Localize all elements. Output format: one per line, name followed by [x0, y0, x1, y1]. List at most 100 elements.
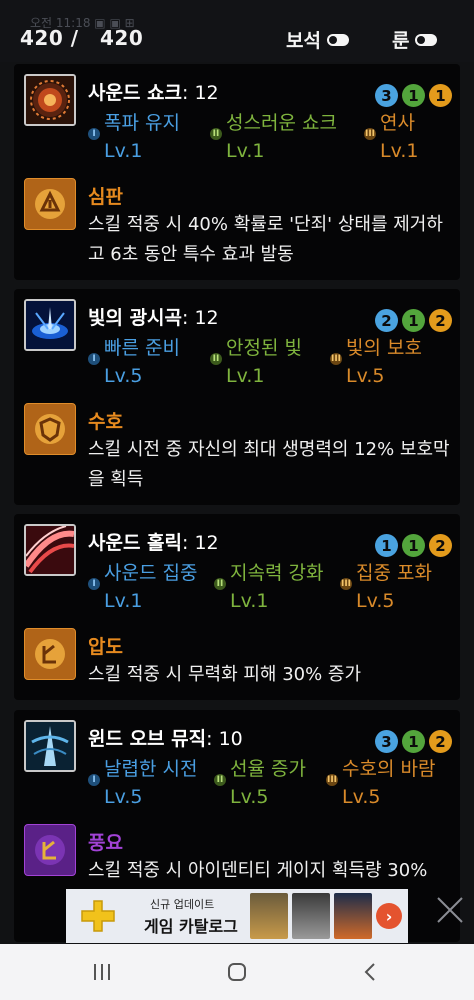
back-icon[interactable]: [350, 956, 390, 988]
sound-holic-icon: [24, 524, 76, 576]
skill-name: 윈드 오브 뮤직: 10: [88, 724, 243, 751]
tripod-level: Lv.5: [346, 365, 385, 387]
tripod-tier-icon: I: [88, 774, 100, 786]
tripod-level: Lv.5: [104, 786, 143, 808]
light-rhapsody-icon: [24, 299, 76, 351]
home-icon[interactable]: [217, 956, 257, 988]
tripod-tier-icon: I: [88, 578, 100, 590]
tripod-level: Lv.5: [342, 786, 381, 808]
tripod-level: Lv.1: [380, 140, 419, 162]
gem-badge: 1: [402, 84, 425, 107]
wind-of-music-icon: [24, 720, 76, 772]
counter-current: 420 /: [20, 26, 79, 50]
gem-badge: 1: [402, 730, 425, 753]
judgment-rune-icon: [24, 178, 76, 230]
sound-shock-icon: [24, 74, 76, 126]
gem-badge: 2: [429, 309, 452, 332]
game-cover-image: [334, 893, 372, 939]
tripod-level: Lv.5: [230, 786, 269, 808]
tripod-tier-icon: III: [340, 578, 352, 590]
skill-level: : 12: [182, 82, 219, 104]
tripod-tier-icon: I: [88, 128, 100, 140]
ad-banner[interactable]: 신규 업데이트 게임 카탈로그 ›: [66, 889, 408, 943]
game-cover-image: [292, 893, 330, 939]
gem-badge: 2: [429, 730, 452, 753]
tripod-level: Lv.1: [104, 590, 143, 612]
tripod-name: 폭파 유지: [104, 112, 180, 134]
overwhelm-rune-icon: [24, 628, 76, 680]
tripod-name: 수호의 바람: [342, 758, 436, 780]
rune-description: 스킬 시전 중 자신의 최대 생명력의 12% 보호막을 획득: [88, 439, 450, 490]
tripod-name: 빛의 보호: [346, 337, 422, 359]
recents-icon[interactable]: [82, 956, 122, 988]
rune-description: 스킬 적중 시 40% 확률로 '단죄' 상태를 제거하고 6초 동안 특수 효…: [88, 214, 443, 265]
tripod-level: Lv.5: [356, 590, 395, 612]
guardian-rune-icon: [24, 403, 76, 455]
tripod-name: 성스러운 쇼크: [226, 112, 337, 134]
gem-badge: 1: [402, 309, 425, 332]
tripod-name: 연사: [380, 112, 415, 134]
skill-card[interactable]: 사운드 쇼크: 12 3 1 1 I 폭파 유지 Lv.1 II 성스러운 쇼크…: [14, 64, 460, 280]
tripod-tier-icon: I: [88, 353, 100, 365]
tripod-name: 날렵한 시전: [104, 758, 198, 780]
skill-level: : 12: [182, 532, 219, 554]
tripod-name: 선율 증가: [230, 758, 306, 780]
tripod-tier-icon: II: [210, 128, 222, 140]
tripod-level: Lv.1: [226, 140, 265, 162]
counter: 420 / 420: [20, 26, 143, 50]
rune-toggle-label: 룬: [392, 30, 410, 52]
tripod-tier-icon: III: [330, 353, 342, 365]
gem-badge: 2: [429, 534, 452, 557]
skill-name: 사운드 쇼크: 12: [88, 78, 219, 105]
skill-level: : 10: [206, 728, 243, 750]
skill-name: 사운드 홀릭: 12: [88, 528, 219, 555]
gem-badge: 2: [375, 309, 398, 332]
tripod-level: Lv.5: [104, 365, 143, 387]
skill-name: 빛의 광시곡: 12: [88, 303, 219, 330]
tripod-name: 안정된 빛: [226, 337, 302, 359]
tripod-tier-icon: II: [210, 353, 222, 365]
tripod-name: 빠른 준비: [104, 337, 180, 359]
ad-subtitle: 신규 업데이트: [150, 898, 215, 911]
playstation-plus-icon: [80, 899, 116, 933]
skill-level: : 12: [182, 307, 219, 329]
skill-title: 빛의 광시곡: [88, 307, 183, 329]
tripod-name: 지속력 강화: [230, 562, 324, 584]
rune-name: 압도: [88, 636, 123, 658]
tripod-level: Lv.1: [226, 365, 265, 387]
ad-title: 게임 카탈로그: [144, 917, 238, 936]
abundance-rune-icon: [24, 824, 76, 876]
tripod-name: 집중 포화: [356, 562, 432, 584]
top-bar: 오전 11:18 ▣ ▣ ⊞ 420 / 420 보석 룬: [0, 0, 474, 62]
rune-toggle[interactable]: 룬: [392, 26, 438, 53]
gem-badges: 2 1 2: [375, 309, 452, 332]
counter-total: 420: [99, 26, 144, 50]
tripod-tier-icon: III: [326, 774, 338, 786]
tripod-level: Lv.1: [104, 140, 143, 162]
gem-badges: 3 1 1: [375, 84, 452, 107]
rune-description: 스킬 적중 시 무력화 피해 30% 증가: [88, 664, 362, 685]
rune-name: 수호: [88, 411, 123, 433]
gem-badges: 3 1 2: [375, 730, 452, 753]
skill-title: 윈드 오브 뮤직: [88, 728, 207, 750]
gem-badge: 1: [429, 84, 452, 107]
ad-arrow-button[interactable]: ›: [376, 903, 402, 929]
skill-card[interactable]: 사운드 홀릭: 12 1 1 2 I 사운드 집중 Lv.1 II 지속력 강화…: [14, 514, 460, 700]
tripod-name: 사운드 집중: [104, 562, 198, 584]
tripod-level: Lv.1: [230, 590, 269, 612]
system-nav-bar: [0, 944, 474, 1000]
rune-name: 풍요: [88, 832, 123, 854]
skill-card[interactable]: 빛의 광시곡: 12 2 1 2 I 빠른 준비 Lv.5 II 안정된 빛 L…: [14, 289, 460, 505]
gem-badge: 1: [375, 534, 398, 557]
gem-toggle[interactable]: 보석: [286, 26, 349, 53]
game-cover-image: [250, 893, 288, 939]
gem-toggle-switch[interactable]: [326, 33, 349, 46]
tripod-tier-icon: II: [214, 578, 226, 590]
rune-name: 심판: [88, 186, 123, 208]
tripod-tier-icon: II: [214, 774, 226, 786]
gem-badges: 1 1 2: [375, 534, 452, 557]
skill-title: 사운드 쇼크: [88, 82, 183, 104]
rune-toggle-switch[interactable]: [415, 33, 438, 46]
close-icon[interactable]: [434, 894, 466, 926]
tripod-tier-icon: III: [364, 128, 376, 140]
